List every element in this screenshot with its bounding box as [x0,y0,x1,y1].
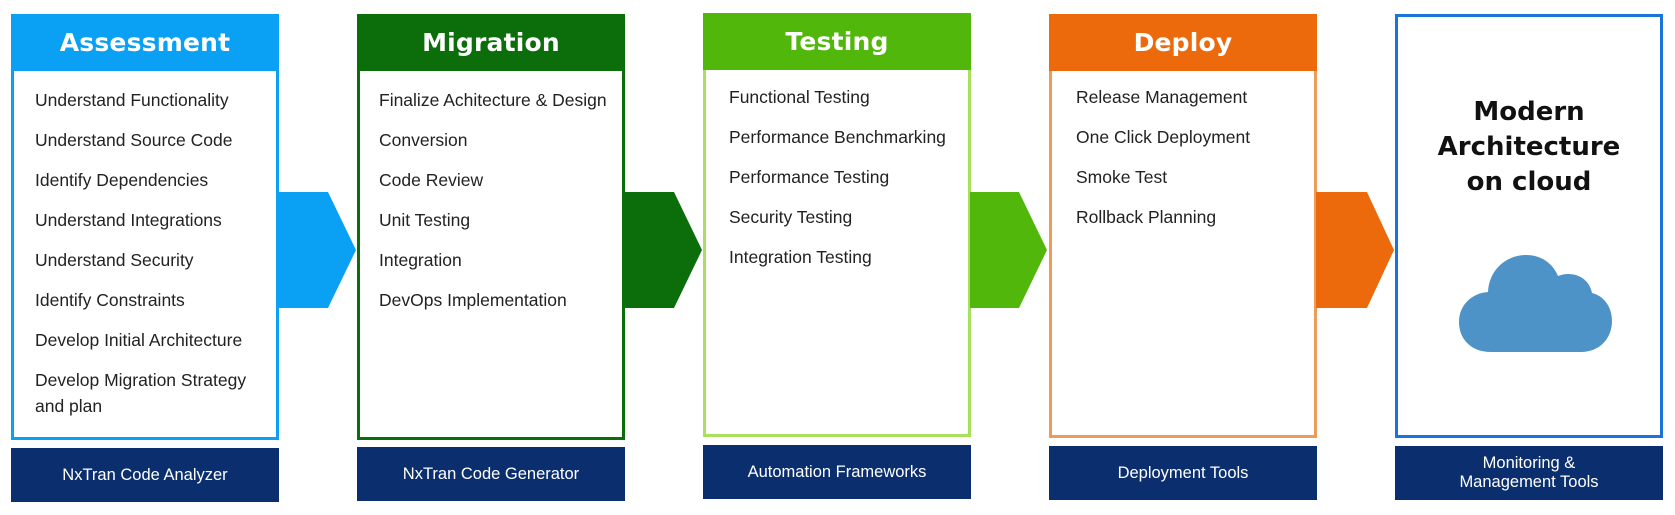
testing-box: Testing Functional Testing Performance B… [703,13,971,437]
stage-title: Deploy [1133,28,1233,57]
list-item: Code Review [379,170,484,190]
arrow-migration-to-testing [623,192,703,308]
list-item: Rollback Planning [1076,207,1217,227]
testing-header: Testing [703,13,971,70]
list-item: Security Testing [729,207,853,227]
cloud-title-line: Architecture [1437,132,1621,162]
list-item: Understand Functionality [35,90,229,110]
tool-bar-testing: Automation Frameworks [703,445,971,499]
list-item: One Click Deployment [1076,127,1251,147]
deploy-header: Deploy [1049,14,1317,71]
tool-label: NxTran Code Analyzer [62,465,228,484]
tool-bar-migration: NxTran Code Generator [357,447,625,501]
arrow-right-icon [623,192,702,308]
assessment-box: Assessment Understand Functionality Unde… [11,14,279,440]
list-item: Develop Initial Architecture [35,330,243,350]
tool-label: Automation Frameworks [747,462,927,481]
cloud-title-line: Modern [1473,97,1585,127]
tool-label-line: Management Tools [1459,473,1599,491]
testing-items: Functional Testing Performance Benchmark… [729,84,962,284]
arrow-right-icon [1316,192,1394,308]
list-item: Identify Constraints [35,290,185,310]
arrow-right-icon [277,192,356,308]
tool-bar-deploy: Deployment Tools [1049,446,1317,500]
tool-bar-cloud: Monitoring & Management Tools [1395,446,1663,500]
list-item: Understand Security [35,250,194,270]
tool-bar-assessment: NxTran Code Analyzer [11,448,279,502]
list-item: DevOps Implementation [379,290,567,310]
tool-label: NxTran Code Generator [402,464,580,483]
deploy-items: Release Management One Click Deployment … [1076,84,1308,244]
list-item: Identify Dependencies [35,170,209,190]
list-item: Understand Integrations [35,210,222,230]
list-item: Smoke Test [1076,167,1168,187]
migration-header: Migration [357,14,625,71]
arrow-deploy-to-cloud [1316,192,1396,308]
tool-label-line: Monitoring & [1482,454,1576,472]
list-item: Integration [379,250,462,270]
cloud-title: Modern Architecture on cloud [1398,95,1660,200]
list-item: Finalize Achitecture & Design [379,90,607,110]
list-item: Integration Testing [729,247,872,267]
cloud-title-line: on cloud [1466,167,1592,197]
list-item: Unit Testing [379,210,471,230]
stage-title: Testing [785,27,889,56]
list-item: Understand Source Code [35,130,233,150]
migration-items: Finalize Achitecture & Design Conversion… [379,87,616,327]
deploy-box: Deploy Release Management One Click Depl… [1049,14,1317,438]
stage-title: Migration [422,28,560,57]
tool-label: Deployment Tools [1117,463,1249,482]
list-item: Performance Testing [729,167,890,187]
cloud-icon [1457,253,1613,358]
stage-title: Assessment [59,28,231,57]
assessment-items: Understand Functionality Understand Sour… [35,87,270,433]
assessment-header: Assessment [11,14,279,71]
list-item: Release Management [1076,87,1248,107]
migration-box: Migration Finalize Achitecture & Design … [357,14,625,440]
list-item: Functional Testing [729,87,870,107]
cloud-box: Modern Architecture on cloud [1395,14,1663,438]
list-item: Conversion [379,130,468,150]
list-item: Performance Benchmarking [729,127,946,147]
arrow-assessment-to-migration [277,192,357,308]
arrow-testing-to-deploy [970,192,1050,308]
arrow-right-icon [970,192,1047,308]
list-item: Develop Migration Strategy and plan [35,370,247,416]
